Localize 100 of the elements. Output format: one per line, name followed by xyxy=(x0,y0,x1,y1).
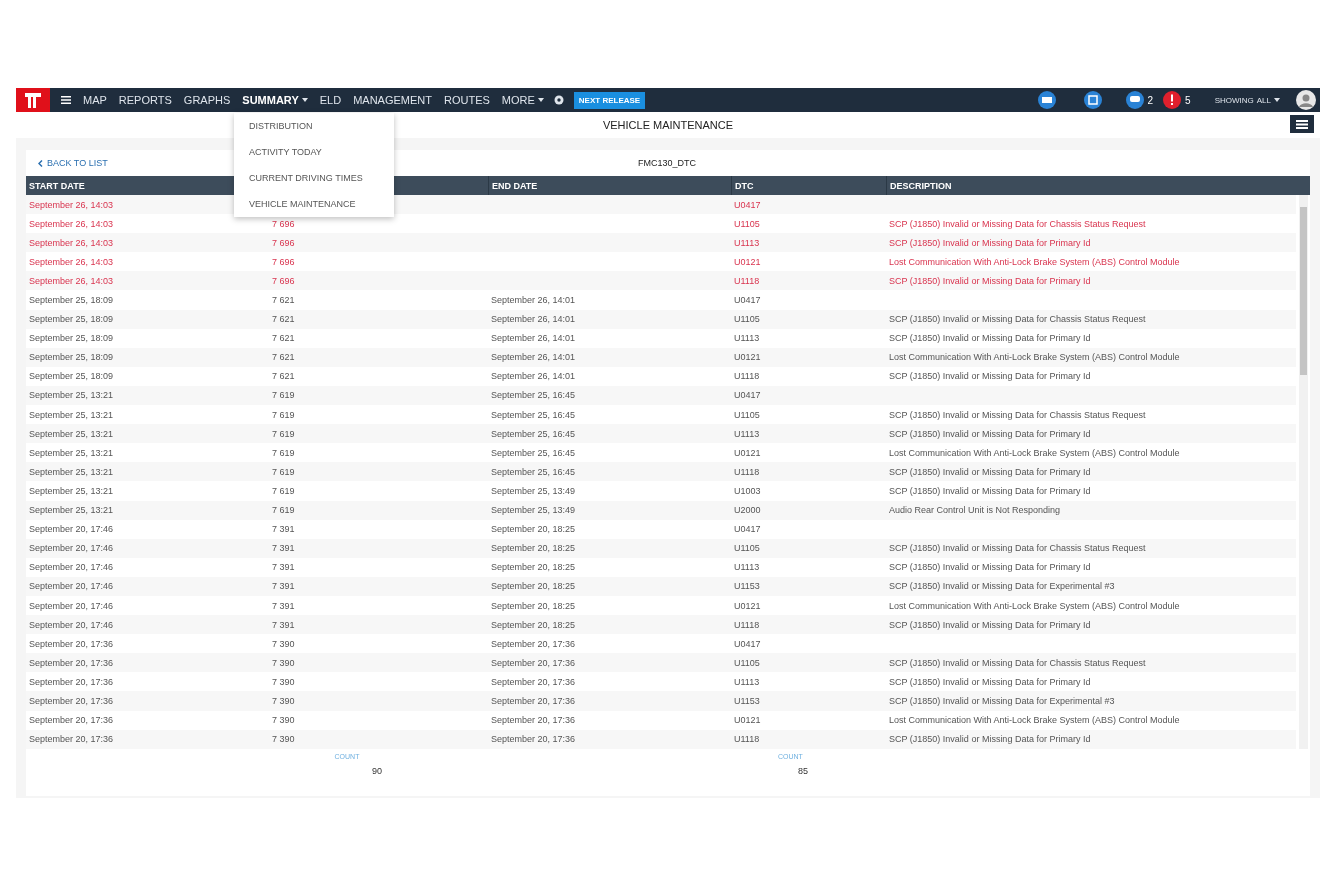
table-cell-text: September 20, 17:46 xyxy=(28,618,115,632)
table-cell-text: SCP (J1850) Invalid or Missing Data for Primary Id xyxy=(888,675,1092,689)
table-cell-text: SCP (J1850) Invalid or Missing Data for Chassis Status Request xyxy=(888,313,1147,327)
table-cell-text: U0121 xyxy=(733,351,762,365)
nav-item[interactable]: GRAPHS xyxy=(177,94,237,106)
table-cell-text: SCP (J1850) Invalid or Missing Data for Primary Id xyxy=(888,274,1092,288)
table-cell-text: September 20, 17:46 xyxy=(28,580,115,594)
table-cell-text: 7 390 xyxy=(271,695,296,708)
table-cell-text: U1105 xyxy=(733,217,761,231)
table-cell-text: U0121 xyxy=(733,446,762,460)
table-cell-text: U0417 xyxy=(733,389,762,403)
table-cell-text: September 25, 16:45 xyxy=(490,427,577,441)
caret-icon xyxy=(1274,98,1280,102)
table-cell-text: September 20, 18:25 xyxy=(490,561,577,575)
menu-item[interactable]: DISTRIBUTION xyxy=(234,113,394,139)
table-cell-text: SCP (J1850) Invalid or Missing Data for Primary Id xyxy=(888,332,1092,346)
nav-item[interactable]: SUMMARY xyxy=(236,94,314,106)
table-cell-text: September 20, 17:36 xyxy=(28,733,115,747)
table-cell-text: September 20, 17:46 xyxy=(28,523,115,537)
table-cell-text: Lost Communication With Anti-Lock Brake System (ABS) Control Module xyxy=(888,446,1181,460)
table-cell-text: 7 621 xyxy=(271,294,296,307)
table-cell-text: September 20, 17:46 xyxy=(28,542,115,556)
table-cell-text: SCP (J1850) Invalid or Missing Data for Chassis Status Request xyxy=(888,217,1147,231)
menu-button[interactable] xyxy=(1290,115,1314,133)
table-cell-text: September 20, 17:36 xyxy=(28,637,115,651)
menu-item[interactable]: CURRENT DRIVING TIMES xyxy=(234,165,394,191)
table-cell-text: September 25, 18:09 xyxy=(28,294,115,307)
logo[interactable] xyxy=(16,88,50,112)
vehicle-name: FMC130_DTC xyxy=(638,158,696,168)
table-cell-text: September 20, 17:36 xyxy=(28,714,115,728)
table-cell-text: Lost Communication With Anti-Lock Brake System (ABS) Control Module xyxy=(888,255,1181,269)
nav-item[interactable]: ELD xyxy=(313,94,348,106)
table-cell-text: Lost Communication With Anti-Lock Brake System (ABS) Control Module xyxy=(888,351,1181,365)
table-cell-text: 7 696 xyxy=(271,274,296,288)
table-cell-text: U1105 xyxy=(733,408,761,422)
menu-item[interactable]: ACTIVITY TODAY xyxy=(234,139,394,165)
table-cell-text: September 26, 14:01 xyxy=(490,294,577,307)
table-cell-text: U1105 xyxy=(733,542,761,556)
table-cell-text: September 26, 14:01 xyxy=(490,351,577,365)
table-cell-text: 7 621 xyxy=(271,313,296,327)
table-cell-text: September 25, 18:09 xyxy=(28,370,115,384)
table-cell-text: September 20, 17:36 xyxy=(490,637,577,651)
settings-icon[interactable] xyxy=(553,95,564,105)
table-cell-text: SCP (J1850) Invalid or Missing Data for Chassis Status Request xyxy=(888,542,1147,556)
alert-icon[interactable] xyxy=(1163,91,1182,109)
table-cell-text: SCP (J1850) Invalid or Missing Data for Primary Id xyxy=(888,733,1092,747)
table-cell-text: 7 390 xyxy=(271,675,296,689)
back-link[interactable]: BACK TO LIST xyxy=(47,158,108,168)
nav-item[interactable]: ROUTES xyxy=(438,94,496,106)
table-cell-text: 7 390 xyxy=(271,733,296,747)
table-cell-text: 7 619 xyxy=(271,504,296,518)
message-count: 2 xyxy=(1147,94,1154,106)
chat-icon[interactable] xyxy=(1125,91,1144,109)
showing-filter[interactable]: SHOWING ALL xyxy=(1214,95,1280,105)
nav-item[interactable]: MORE xyxy=(495,94,550,106)
nav-item[interactable]: MANAGEMENT xyxy=(347,94,438,106)
table-cell-text: 7 391 xyxy=(271,618,296,632)
table-cell-text: 7 619 xyxy=(271,465,296,479)
table-cell-text: SCP (J1850) Invalid or Missing Data for Chassis Status Request xyxy=(888,656,1147,670)
table-cell-text: SCP (J1850) Invalid or Missing Data for Primary Id xyxy=(888,370,1092,384)
table-cell-text: U0417 xyxy=(733,523,762,537)
table-cell-text: September 25, 13:21 xyxy=(28,465,115,479)
table-cell-text: U1153 xyxy=(733,580,761,594)
avatar[interactable] xyxy=(1296,90,1316,110)
table-cell-text: 7 696 xyxy=(271,255,296,269)
table-cell-text: SCP (J1850) Invalid or Missing Data for Primary Id xyxy=(888,427,1092,441)
table-cell-text: 7 619 xyxy=(271,427,296,441)
table-cell-text: September 20, 17:36 xyxy=(490,675,577,689)
table-cell-text: Audio Rear Control Unit is Not Responding xyxy=(888,504,1062,518)
scrollbar[interactable] xyxy=(1299,195,1308,749)
table-cell-text: September 25, 13:49 xyxy=(490,484,577,498)
table-cell-text: September 25, 16:45 xyxy=(490,446,577,460)
table-cell-text: 7 619 xyxy=(271,446,296,460)
table-cell-text: U0417 xyxy=(733,637,762,651)
table-cell-text: September 20, 18:25 xyxy=(490,580,577,594)
table-cell-text: September 25, 13:21 xyxy=(28,446,115,460)
menu-item[interactable]: VEHICLE MAINTENANCE xyxy=(234,191,394,217)
table-cell-text: September 20, 17:46 xyxy=(28,599,115,613)
table-cell-text: SCP (J1850) Invalid or Missing Data for Experimental #3 xyxy=(888,695,1116,708)
table-cell-text: Lost Communication With Anti-Lock Brake System (ABS) Control Module xyxy=(888,599,1181,613)
menu-icon[interactable] xyxy=(61,96,71,104)
table-cell-text: U1153 xyxy=(733,695,761,708)
table-cell-text: September 26, 14:01 xyxy=(490,332,577,346)
nav-item[interactable]: MAP xyxy=(77,94,113,106)
table-cell-text: U1118 xyxy=(733,618,761,632)
table-cell-text: U0417 xyxy=(733,294,762,307)
table-cell-text: U0121 xyxy=(733,255,762,269)
table-cell-text: SCP (J1850) Invalid or Missing Data for Primary Id xyxy=(888,484,1092,498)
footer-value: 85 xyxy=(798,765,808,776)
table-cell-text: September 26, 14:03 xyxy=(28,274,115,288)
nav-item[interactable]: REPORTS xyxy=(112,94,178,106)
table-cell-text: September 25, 13:49 xyxy=(490,504,577,518)
table-cell-text: September 25, 13:21 xyxy=(28,389,115,403)
table-cell-text: 7 619 xyxy=(271,408,296,422)
table-cell-text: September 25, 13:21 xyxy=(28,504,115,518)
table-cell-text: September 25, 18:09 xyxy=(28,332,115,346)
table-cell-text: September 20, 17:36 xyxy=(28,695,115,708)
table-cell-text: SCP (J1850) Invalid or Missing Data for Chassis Status Request xyxy=(888,408,1147,422)
table-cell-text: September 25, 16:45 xyxy=(490,408,577,422)
table-cell-text: SCP (J1850) Invalid or Missing Data for Primary Id xyxy=(888,561,1092,575)
